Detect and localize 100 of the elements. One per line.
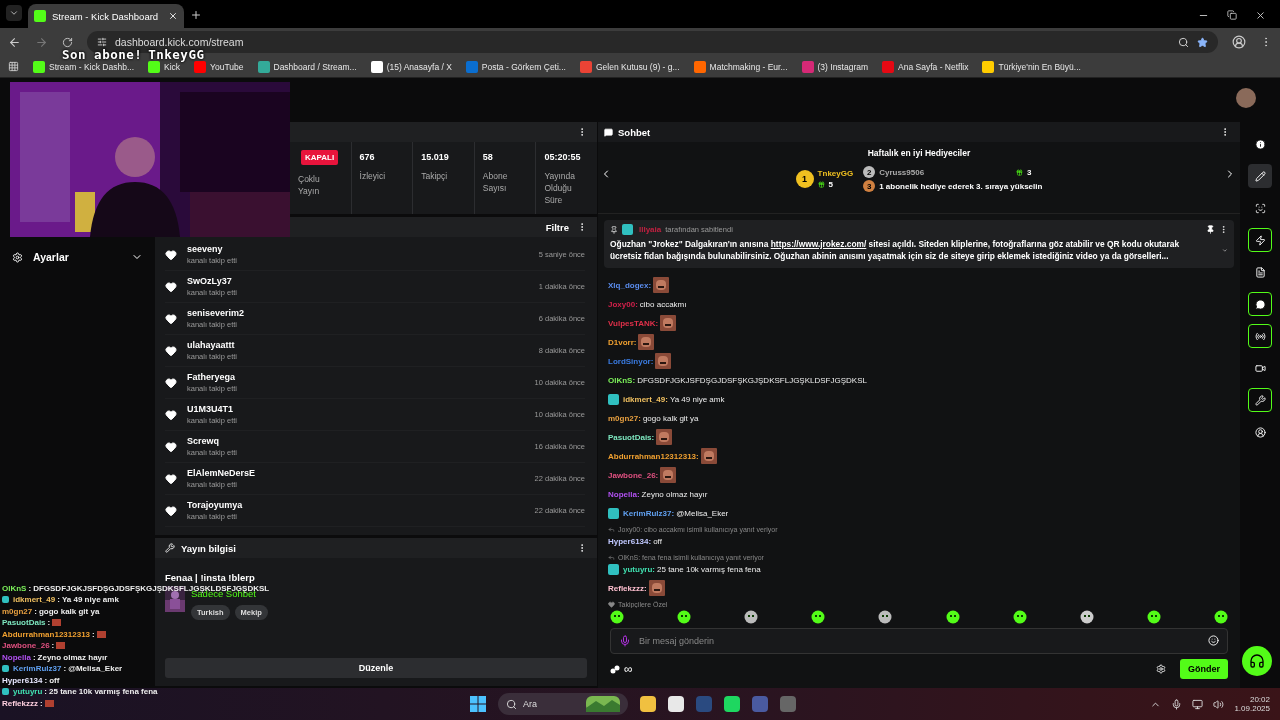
gift-count: 5 [828, 180, 834, 189]
chat-message: off [653, 536, 662, 546]
pin-icon[interactable] [1206, 225, 1215, 234]
emote-icon[interactable] [1079, 610, 1094, 624]
gift-count: 3 [1027, 167, 1032, 177]
separator: : [92, 629, 95, 639]
mic-icon[interactable] [1171, 698, 1183, 710]
heart-icon [165, 472, 177, 485]
gift-icon [1016, 168, 1024, 176]
taskbar-app-icon[interactable] [668, 696, 684, 712]
filter-button[interactable]: Filtre [545, 221, 569, 233]
close-icon[interactable] [1255, 10, 1266, 21]
emote-icon [44, 699, 54, 707]
bookmark-link[interactable]: Ana Sayfa - Netflix [882, 60, 969, 73]
pencil-button[interactable] [1248, 164, 1272, 188]
user-avatar[interactable] [1236, 88, 1256, 108]
profile-icon[interactable] [1232, 35, 1246, 49]
emote-icon[interactable] [1214, 610, 1228, 624]
chat-username[interactable]: Joxy00: [608, 299, 638, 309]
link[interactable]: https://www.jrokez.com/ [770, 239, 867, 249]
wrench-button[interactable] [1248, 388, 1272, 412]
send-button[interactable]: Gönder [1180, 659, 1228, 679]
taskbar-app-icon[interactable] [640, 696, 656, 712]
more-icon[interactable] [1219, 225, 1228, 234]
settings-icon[interactable] [1156, 664, 1166, 674]
reload-icon[interactable] [62, 36, 73, 48]
chat-username[interactable]: OlKnS: [608, 375, 636, 385]
site-icon [33, 60, 45, 73]
emote-icon [52, 619, 62, 627]
emote-icon[interactable] [744, 610, 759, 624]
follower-name: U1M3U4T1 [187, 404, 234, 414]
chat-bubble-button[interactable] [1248, 292, 1272, 316]
emote-icon[interactable] [677, 610, 692, 624]
chat-username[interactable]: Abdurrahman12312313: [608, 451, 699, 461]
emote-icon[interactable] [610, 610, 624, 624]
bookmark-link[interactable]: Gelen Kutusu (9) - g... [579, 60, 680, 73]
chat-username[interactable]: Xlq_dogex: [608, 280, 652, 290]
chat-username[interactable]: LordSinyor: [608, 356, 654, 366]
restore-icon[interactable] [1227, 10, 1237, 20]
monitor-icon[interactable] [1192, 698, 1204, 710]
bookmark-link[interactable]: (3) Instagram [801, 60, 869, 73]
bookmark-link[interactable]: Türkiye'nin En Büyü... [982, 60, 1081, 73]
site-icon [579, 60, 592, 73]
emote-icon [648, 580, 665, 596]
site-settings-icon[interactable] [97, 37, 107, 47]
mic-icon[interactable] [619, 635, 631, 647]
chat-username[interactable]: Jawbone_26: [608, 470, 659, 480]
bookmark-link[interactable]: Matchmaking - Eur... [693, 60, 788, 73]
chat-username[interactable]: VulpesTANK: [608, 318, 659, 328]
chat-username[interactable]: D1vorr: [608, 337, 637, 347]
separator: : [32, 652, 36, 662]
speaker-icon[interactable] [1213, 698, 1225, 710]
browser-tab[interactable]: Stream - Kick Dashboard [28, 4, 184, 28]
emote-icon[interactable] [878, 610, 893, 624]
points-icon [610, 664, 620, 674]
chat-username[interactable]: idkmert_49: [623, 394, 668, 404]
apps-icon[interactable] [8, 61, 19, 72]
gift-icon [817, 181, 825, 188]
emote-icon[interactable] [945, 610, 960, 624]
emote-icon[interactable] [1146, 610, 1161, 624]
taskbar-app-icon[interactable] [724, 696, 740, 712]
heart-icon [608, 601, 615, 608]
emoji-icon[interactable] [1208, 635, 1219, 646]
bookmark-link[interactable]: Stream - Kick Dashb... [33, 60, 135, 73]
bookmark-link[interactable]: Dashboard / Stream... [257, 60, 357, 73]
chat-username[interactable]: KerimRulz37: [623, 508, 675, 518]
edit-button[interactable]: Düzenle [165, 658, 587, 678]
search-icon[interactable] [1178, 36, 1189, 48]
broadcast-button[interactable] [1248, 324, 1272, 348]
chat-username[interactable]: Reflekzzz: [608, 583, 647, 593]
windows-icon[interactable] [470, 696, 486, 712]
back-icon[interactable] [8, 35, 21, 49]
close-icon[interactable] [168, 11, 178, 21]
lightning-button[interactable] [1248, 228, 1272, 252]
emote-icon[interactable] [811, 610, 826, 624]
chat-username[interactable]: yutuyru: [623, 564, 655, 574]
message-field[interactable]: Bir mesaj gönderin [610, 628, 1228, 654]
bookmark-link[interactable]: (15) Anasayfa / X [370, 60, 452, 73]
chat-username[interactable]: Hyper6134: [608, 536, 652, 546]
reply-icon [608, 526, 615, 533]
stat-value: 05:20:55 [544, 152, 582, 162]
url-text: dashboard.kick.com/stream [115, 36, 244, 48]
chat-username[interactable]: Nopella: [608, 489, 640, 499]
taskbar-search[interactable]: Ara [498, 693, 628, 715]
overlay-username: Nopella [2, 652, 31, 662]
emote-icon[interactable] [1012, 610, 1027, 624]
settings-menu-item[interactable]: Ayarlar [0, 246, 155, 268]
help-button[interactable] [1242, 646, 1272, 676]
chat-username[interactable]: PasuotDais: [608, 432, 655, 442]
tab-list-button[interactable] [6, 5, 22, 21]
bookmark-link[interactable]: Posta - Görkem Çeti... [465, 60, 566, 73]
bookmark-link[interactable]: YouTube [194, 60, 244, 73]
card-title: Yayın bilgisi [181, 542, 237, 554]
forward-icon[interactable] [35, 35, 48, 49]
bookmark-link[interactable]: Kick [148, 60, 181, 73]
new-tab-icon[interactable] [190, 9, 202, 21]
chat-username[interactable]: m0gn27: [608, 413, 641, 423]
star-icon[interactable] [1197, 36, 1208, 48]
lightning-icon [1254, 234, 1266, 246]
emote-icon [638, 334, 655, 350]
